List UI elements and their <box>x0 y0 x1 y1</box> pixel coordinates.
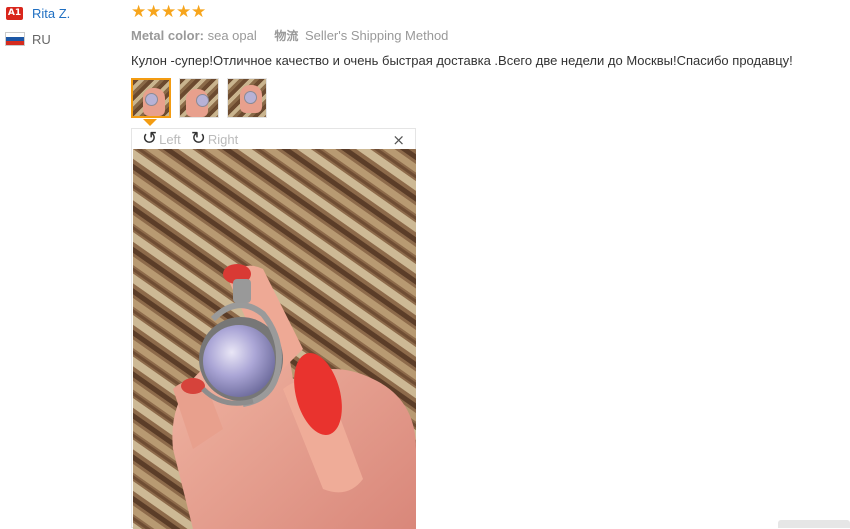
shipping-method-value: Seller's Shipping Method <box>305 28 449 43</box>
viewer-toolbar: ↺ Left ↻ Right × <box>132 129 415 150</box>
review-thumbnail[interactable] <box>131 78 171 118</box>
star-icon: ★ <box>161 2 177 22</box>
reviewer-country: RU <box>6 30 126 48</box>
review-thumbnail[interactable] <box>227 78 267 118</box>
review-content: ★ ★ ★ ★ ★ Metal color: sea opal 物流 Selle… <box>131 4 846 69</box>
star-icon: ★ <box>146 2 162 22</box>
order-attributes: Metal color: sea opal 物流 Seller's Shippi… <box>131 27 846 45</box>
rotate-left-icon: ↺ <box>142 128 158 149</box>
review-photo <box>133 149 416 529</box>
reviewer-name[interactable]: Rita Z. <box>32 6 70 21</box>
russia-flag-icon <box>6 33 24 45</box>
rotate-left-button[interactable]: ↺ Left <box>142 130 181 148</box>
reviewer-info: A1 Rita Z. RU <box>6 4 126 48</box>
star-icon: ★ <box>131 2 147 22</box>
review-thumbnail[interactable] <box>179 78 219 118</box>
star-icon: ★ <box>176 2 192 22</box>
rotate-right-button[interactable]: ↻ Right <box>191 130 238 148</box>
rotate-right-icon: ↻ <box>190 128 206 149</box>
star-rating: ★ ★ ★ ★ ★ <box>131 4 846 21</box>
active-thumbnail-pointer <box>143 119 157 126</box>
reviewer-row: A1 Rita Z. <box>6 4 126 22</box>
review-text: Кулон -супер!Отличное качество и очень б… <box>131 53 793 68</box>
shipping-logistics-icon: 物流 <box>274 29 299 43</box>
pendant-photo-image <box>133 149 416 529</box>
metal-color-value: sea opal <box>207 28 257 43</box>
scroll-hint-bar <box>778 520 850 528</box>
country-code: RU <box>32 31 51 47</box>
star-icon: ★ <box>191 2 207 22</box>
close-icon[interactable]: × <box>392 131 405 149</box>
buyer-level-badge: A1 <box>6 6 23 20</box>
review-thumbnails <box>131 78 275 118</box>
image-viewer: ↺ Left ↻ Right × <box>131 128 416 529</box>
metal-color-label: Metal color: <box>131 28 204 43</box>
